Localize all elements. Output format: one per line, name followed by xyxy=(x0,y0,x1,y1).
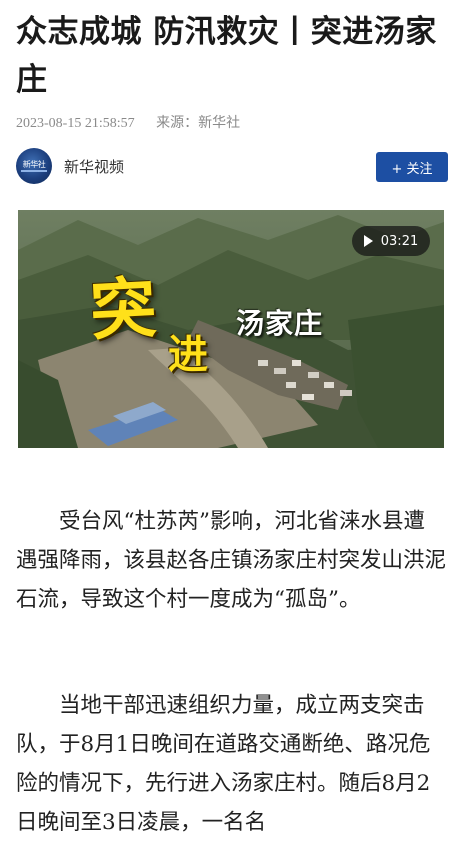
overlay-title-mid: 进 xyxy=(168,332,208,378)
article-paragraph: 受台风“杜苏芮”影响，河北省涞水县遭遇强降雨，该县赵各庄镇汤家庄村突发山洪泥石流… xyxy=(16,509,447,612)
follow-button[interactable]: + 关注 xyxy=(376,152,448,182)
overlay-place-name: 汤家庄 xyxy=(236,307,324,340)
publish-date: 2023-08-15 21:58:57 xyxy=(16,116,135,131)
avatar-logo-text: 新华社 xyxy=(22,160,46,169)
video-duration-badge: 03:21 xyxy=(352,226,430,256)
article-title: 众志成城 防汛救灾丨突进汤家庄 xyxy=(16,14,437,98)
article-paragraph: 当地干部迅速组织力量，成立两支突击队，于8月1日晚间在道路交通断绝、路况危险的情… xyxy=(16,693,431,835)
video-duration: 03:21 xyxy=(380,233,419,249)
play-icon xyxy=(363,235,373,247)
author-name[interactable]: 新华视频 xyxy=(64,156,124,177)
author-row: 新华社 新华视频 + 关注 xyxy=(16,148,448,188)
author-avatar[interactable]: 新华社 xyxy=(16,148,52,184)
overlay-title-big: 突 xyxy=(88,269,159,350)
article-source: 来源：新华社 xyxy=(156,116,241,131)
video-player[interactable]: 03:21 突 进 汤家庄 xyxy=(18,210,444,448)
article-meta: 2023-08-15 21:58:57 来源：新华社 xyxy=(16,112,240,132)
avatar-band xyxy=(21,170,47,172)
